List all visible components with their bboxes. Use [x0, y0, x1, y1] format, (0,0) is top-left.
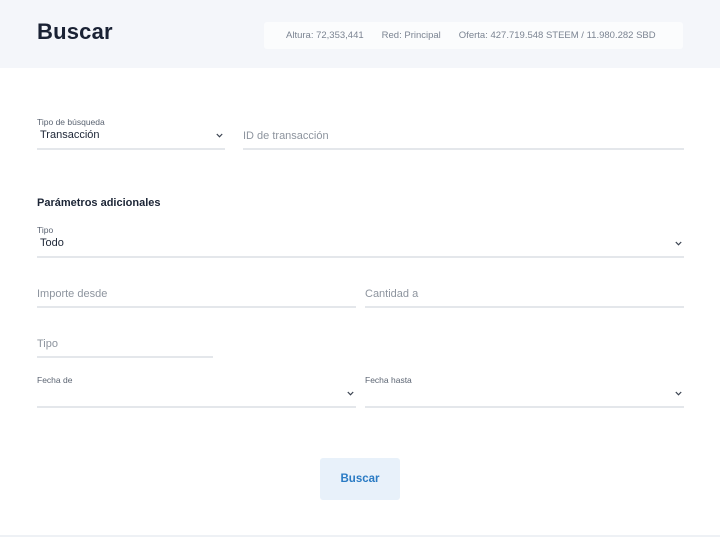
page-title: Buscar	[37, 19, 113, 44]
field-underline	[37, 306, 356, 308]
additional-params-title: Parámetros adicionales	[37, 197, 161, 209]
network-name: Red: Principal	[381, 30, 441, 41]
date-from-select[interactable]: Fecha de	[37, 375, 356, 408]
chevron-down-icon	[347, 390, 354, 397]
field-underline	[243, 148, 684, 150]
search-type-label: Tipo de búsqueda	[37, 117, 105, 127]
operation-type-value: Todo	[40, 237, 64, 249]
network-stats: Altura: 72,353,441 Red: Principal Oferta…	[264, 22, 683, 49]
amount-to-input[interactable]: Cantidad a	[365, 282, 684, 308]
amount-from-placeholder: Importe desde	[37, 288, 108, 300]
date-from-label: Fecha de	[37, 375, 73, 385]
chevron-down-icon	[216, 132, 223, 139]
page-header: Buscar Altura: 72,353,441 Red: Principal…	[0, 0, 720, 68]
tipo-input[interactable]: Tipo	[37, 332, 213, 358]
block-height: Altura: 72,353,441	[286, 30, 364, 41]
field-underline	[37, 406, 356, 408]
tipo-placeholder: Tipo	[37, 338, 58, 350]
field-underline	[37, 148, 225, 150]
transaction-id-input[interactable]: ID de transacción	[243, 117, 684, 150]
transaction-id-placeholder: ID de transacción	[243, 130, 329, 142]
date-to-select[interactable]: Fecha hasta	[365, 375, 684, 408]
search-button[interactable]: Buscar	[320, 458, 400, 500]
amount-from-input[interactable]: Importe desde	[37, 282, 356, 308]
field-underline	[37, 356, 213, 358]
search-type-value: Transacción	[40, 129, 100, 141]
chevron-down-icon	[675, 390, 682, 397]
field-underline	[365, 306, 684, 308]
operation-type-label: Tipo	[37, 225, 54, 235]
field-underline	[37, 256, 684, 258]
operation-type-select[interactable]: Tipo Todo	[37, 225, 684, 258]
field-underline	[365, 406, 684, 408]
amount-to-placeholder: Cantidad a	[365, 288, 419, 300]
search-type-select[interactable]: Tipo de búsqueda Transacción	[37, 117, 225, 150]
date-to-label: Fecha hasta	[365, 375, 412, 385]
supply-info: Oferta: 427.719.548 STEEM / 11.980.282 S…	[458, 30, 656, 41]
chevron-down-icon	[675, 240, 682, 247]
